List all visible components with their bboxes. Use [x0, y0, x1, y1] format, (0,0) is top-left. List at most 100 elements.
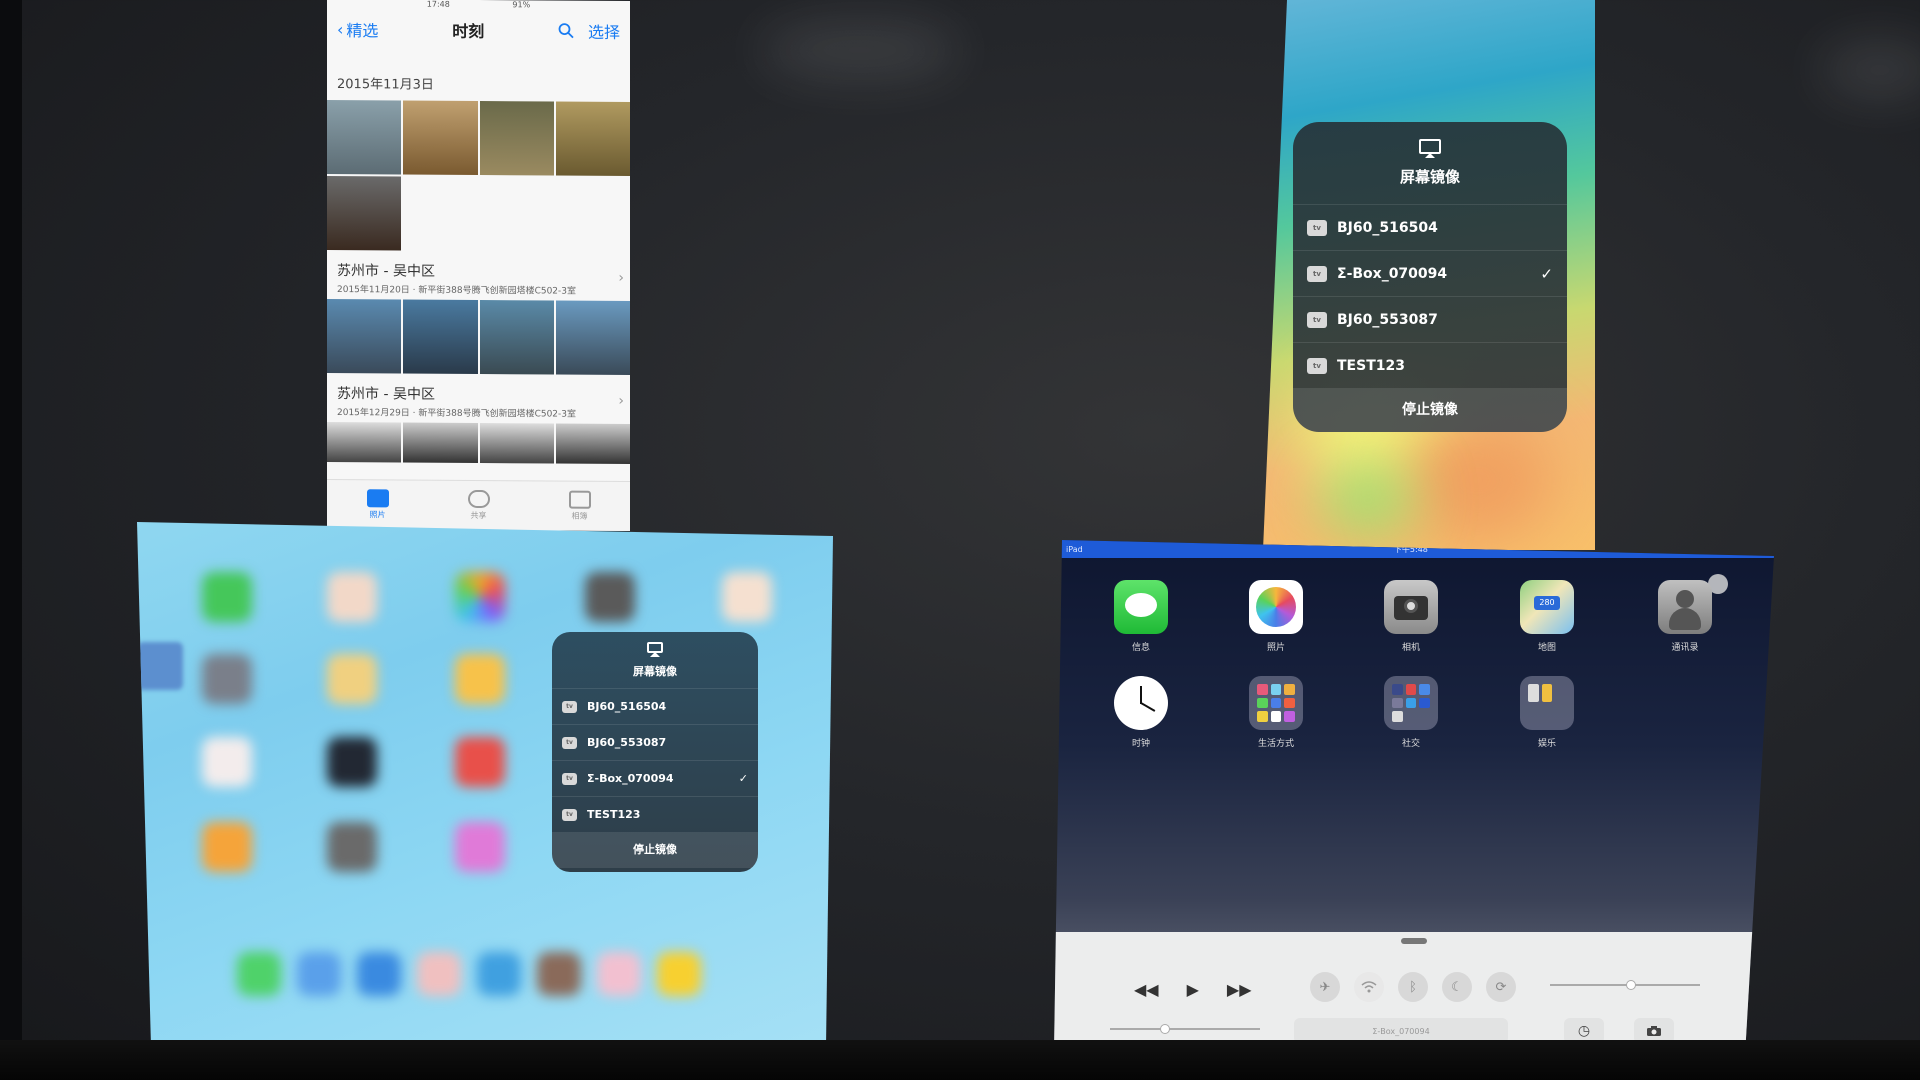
photo-thumbnail[interactable]	[327, 175, 402, 251]
appletv-icon: tv	[1307, 219, 1327, 236]
camera-lens-shape	[1404, 599, 1418, 613]
photo-thumbnail[interactable]	[479, 423, 554, 464]
photo-thumbnail[interactable]	[479, 300, 554, 375]
select-button[interactable]: 选择	[588, 19, 620, 43]
screen-glare	[1820, 40, 1920, 100]
photo-thumbnail[interactable]	[403, 299, 478, 374]
photo-thumbnail[interactable]	[327, 99, 402, 175]
device-row[interactable]: tv Σ-Box_070094 ✓	[552, 760, 758, 796]
control-center-grabber[interactable]	[1401, 938, 1427, 944]
app-icon	[585, 572, 635, 622]
photo-grid	[327, 421, 630, 465]
app-icon	[327, 572, 377, 622]
airplay-screen-icon	[647, 641, 663, 653]
device-row[interactable]: tv Σ-Box_070094 ✓	[1293, 250, 1567, 296]
moment-header[interactable]: 苏州市 - 吴中区 2015年11月20日 · 新平街388号腾飞创新园塔楼C5…	[327, 250, 630, 301]
stop-mirroring-button[interactable]: 停止镜像	[552, 832, 758, 868]
app-icon	[202, 822, 252, 872]
folder-icon	[1520, 676, 1574, 730]
app-icon	[202, 737, 252, 787]
control-center: ◀◀ ▶ ▶▶ ✈ ᛒ ☾ ⟳ Σ-Box_070094 ◷	[1054, 932, 1774, 1052]
photo-thumbnail[interactable]	[479, 101, 554, 176]
photo-thumbnail[interactable]	[555, 300, 630, 376]
do-not-disturb-icon[interactable]: ☾	[1442, 972, 1472, 1002]
device-row[interactable]: tv BJ60_553087	[552, 724, 758, 760]
fast-forward-icon[interactable]: ▶▶	[1227, 980, 1252, 999]
folder-entertainment[interactable]: 娱乐	[1520, 676, 1574, 749]
photo-thumbnail[interactable]	[327, 298, 402, 374]
app-label: 娱乐	[1537, 739, 1556, 749]
speech-bubble-shape	[1125, 593, 1157, 617]
play-icon[interactable]: ▶	[1187, 980, 1199, 999]
status-device: iPad	[1066, 544, 1083, 554]
albums-icon	[568, 490, 591, 509]
messages-icon	[1114, 580, 1168, 634]
stop-mirroring-button[interactable]: 停止镜像	[1293, 388, 1567, 432]
app-label: 地图	[1537, 643, 1556, 653]
appletv-icon: tv	[1307, 265, 1327, 282]
status-time: 17:48	[426, 0, 450, 9]
monitor-bezel-bottom	[0, 1040, 1920, 1080]
brightness-slider[interactable]	[1550, 980, 1700, 990]
app-messages[interactable]: 信息	[1114, 580, 1168, 653]
search-icon[interactable]	[558, 23, 574, 39]
tab-bar: 照片 共享 相簿	[327, 478, 630, 532]
tab-label: 共享	[470, 510, 487, 521]
app-camera[interactable]: 相机	[1384, 580, 1438, 653]
screen-mirroring-popover: 屏幕镜像 tv BJ60_516504 tv BJ60_553087 tv Σ-…	[552, 632, 758, 872]
device-row[interactable]: tv BJ60_553087	[1293, 296, 1567, 342]
moment-subtitle: 2015年12月29日 · 新平街388号腾飞创新园塔楼C502-3室	[337, 408, 577, 420]
app-icon	[455, 822, 505, 872]
photos-flower-shape	[1256, 587, 1296, 627]
device-row[interactable]: tv BJ60_516504	[1293, 204, 1567, 250]
device-name: Σ-Box_070094	[1337, 265, 1448, 282]
app-photos[interactable]: 照片	[1249, 580, 1303, 653]
bluetooth-icon[interactable]: ᛒ	[1398, 972, 1428, 1002]
dock-icon	[417, 952, 461, 996]
photo-thumbnail[interactable]	[555, 423, 630, 465]
photo-thumbnail[interactable]	[327, 421, 402, 463]
app-clock[interactable]: 时钟	[1114, 676, 1168, 749]
volume-slider-knob[interactable]	[1160, 1024, 1170, 1034]
chevron-right-icon: ›	[618, 392, 624, 410]
device-name: BJ60_516504	[1337, 219, 1438, 236]
airplay-screen-icon	[1419, 139, 1441, 154]
dock-icon	[477, 952, 521, 996]
device-row[interactable]: tv BJ60_516504	[552, 688, 758, 724]
airplane-mode-icon[interactable]: ✈	[1310, 972, 1340, 1002]
clock-icon	[1114, 676, 1168, 730]
photo-thumbnail[interactable]	[555, 101, 630, 177]
app-label: 照片	[1266, 643, 1285, 653]
status-battery: 91%	[512, 0, 531, 10]
tab-albums[interactable]: 相簿	[568, 490, 591, 522]
back-button[interactable]: ‹ 精选	[337, 17, 378, 41]
photo-thumbnail[interactable]	[403, 422, 478, 463]
device-name: BJ60_553087	[587, 736, 667, 749]
tab-photos[interactable]: 照片	[366, 489, 389, 520]
rewind-icon[interactable]: ◀◀	[1134, 980, 1159, 999]
photo-thumbnail[interactable]	[403, 100, 478, 175]
folder-lifestyle[interactable]: 生活方式	[1249, 676, 1303, 749]
device-row[interactable]: tv TEST123	[1293, 342, 1567, 388]
moment-header[interactable]: 苏州市 - 吴中区 2015年12月29日 · 新平街388号腾飞创新园塔楼C5…	[327, 373, 630, 424]
appletv-icon: tv	[562, 700, 577, 713]
brightness-slider-knob[interactable]	[1626, 980, 1636, 990]
folder-social[interactable]: 社交	[1384, 676, 1438, 749]
tab-shared[interactable]: 共享	[467, 489, 490, 521]
maps-icon: 280	[1520, 580, 1574, 634]
rotation-lock-icon[interactable]: ⟳	[1486, 972, 1516, 1002]
folder-icon	[1384, 676, 1438, 730]
highway-shield-shape: 280	[1534, 596, 1560, 610]
device-name: BJ60_553087	[1337, 311, 1438, 328]
back-label: 精选	[346, 21, 379, 41]
photos-nav-bar: ‹ 精选 时刻 选择	[327, 9, 630, 51]
device-row[interactable]: tv TEST123	[552, 796, 758, 832]
app-contacts[interactable]: 通讯录	[1658, 580, 1712, 653]
app-icon	[202, 572, 252, 622]
contact-body-shape	[1669, 608, 1701, 630]
volume-slider[interactable]	[1110, 1024, 1260, 1034]
wifi-icon[interactable]	[1354, 972, 1384, 1002]
chevron-right-icon: ›	[618, 269, 624, 287]
app-maps[interactable]: 280 地图	[1520, 580, 1574, 653]
appletv-icon: tv	[562, 736, 577, 749]
